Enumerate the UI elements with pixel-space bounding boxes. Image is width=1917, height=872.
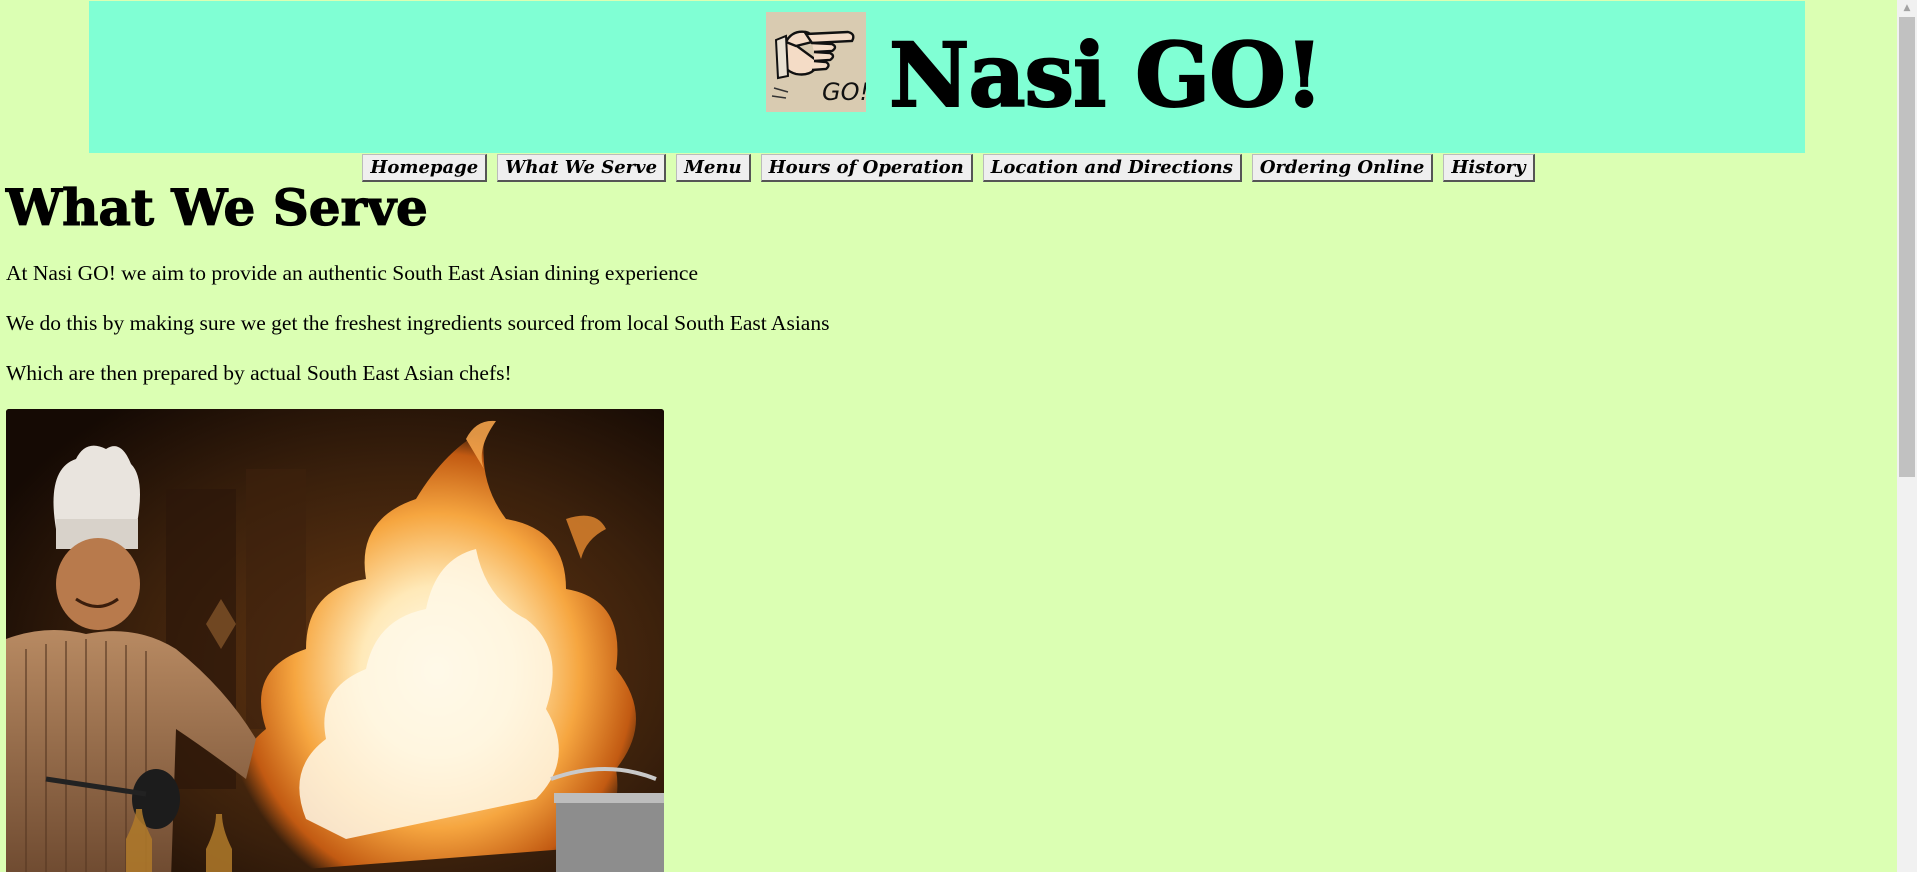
chef-flambe-photo xyxy=(6,409,664,872)
scrollbar-thumb[interactable] xyxy=(1899,17,1915,477)
site-title: Nasi GO! xyxy=(888,23,1325,127)
chefs-paragraph: Which are then prepared by actual South … xyxy=(6,361,512,385)
site-logo[interactable]: GO! xyxy=(766,12,866,112)
vertical-scrollbar[interactable]: ▲ xyxy=(1897,0,1917,872)
nav-what-we-serve-button[interactable]: What We Serve xyxy=(497,154,667,182)
nav-hours-button[interactable]: Hours of Operation xyxy=(760,154,973,182)
chef-flambe-image xyxy=(6,409,664,872)
page-heading: What We Serve xyxy=(5,177,428,237)
site-banner: GO! Nasi GO! xyxy=(89,1,1805,153)
nav-menu-button[interactable]: Menu xyxy=(676,154,751,182)
nav-ordering-online-button[interactable]: Ordering Online xyxy=(1251,154,1434,182)
pointing-hand-icon: GO! xyxy=(766,12,866,112)
ingredients-paragraph: We do this by making sure we get the fre… xyxy=(6,311,830,335)
nav-location-button[interactable]: Location and Directions xyxy=(982,154,1242,182)
logo-go-text: GO! xyxy=(822,78,866,106)
intro-paragraph: At Nasi GO! we aim to provide an authent… xyxy=(6,261,699,285)
up-arrow-icon[interactable]: ▲ xyxy=(1897,0,1917,17)
page-viewport: GO! Nasi GO! Homepage What We Serve Menu Ho… xyxy=(0,0,1897,872)
nav-history-button[interactable]: History xyxy=(1443,154,1535,182)
